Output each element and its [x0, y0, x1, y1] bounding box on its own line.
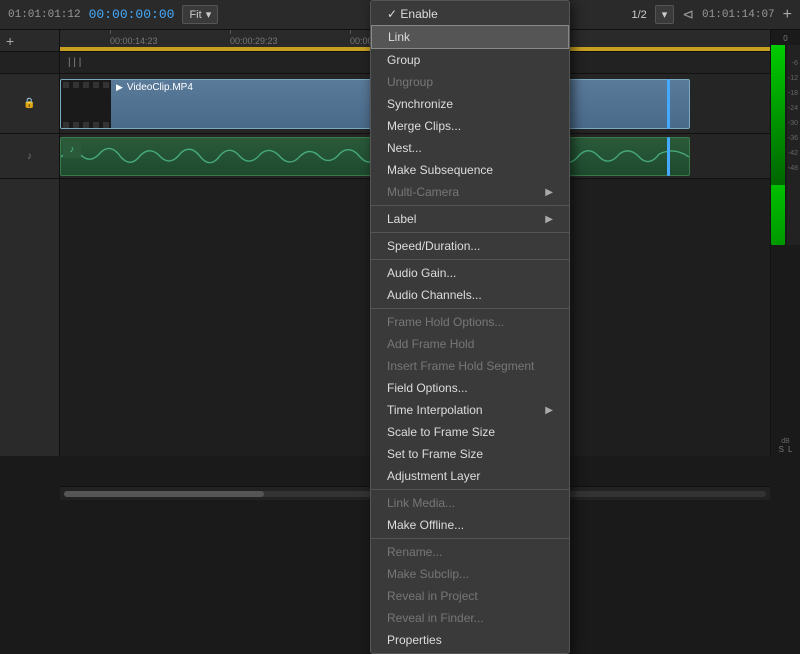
menu-item-label-set_to_frame: Set to Frame Size [387, 447, 483, 461]
menu-item-reveal_in_finder: Reveal in Finder... [371, 607, 569, 629]
menu-item-synchronize[interactable]: Synchronize [371, 93, 569, 115]
right-audio-meter: 0 -6 -12 -18 -24 -30 -36 -42 -48 dB S [770, 30, 800, 456]
menu-item-field_options[interactable]: Field Options... [371, 377, 569, 399]
meter-fill-left [771, 45, 785, 185]
menu-item-label-audio_gain: Audio Gain... [387, 266, 456, 280]
meter-bars [771, 45, 800, 436]
menu-item-label-insert_frame_hold: Insert Frame Hold Segment [387, 359, 534, 373]
menu-item-make_offline[interactable]: Make Offline... [371, 514, 569, 536]
context-menu: ✓ Enable Link Group Ungroup Synchronize Merge… [370, 0, 570, 654]
menu-item-time_interpolation[interactable]: Time Interpolation ▶ [371, 399, 569, 421]
menu-item-label-add_frame_hold: Add Frame Hold [387, 337, 474, 351]
menu-item-group[interactable]: Group [371, 49, 569, 71]
menu-item-label-make_subclip: Make Subclip... [387, 567, 469, 581]
separator-sep4 [371, 308, 569, 309]
add-row-icon: | | | [68, 57, 81, 68]
menu-item-scale_to_frame[interactable]: Scale to Frame Size [371, 421, 569, 443]
ruler-tick-1: 00:00:14:23 [110, 36, 158, 46]
separator-sep1 [371, 205, 569, 206]
meter-top-label: 0 [783, 34, 787, 43]
audio-track-icon: ♪ [27, 151, 32, 162]
menu-item-label-reveal_in_finder: Reveal in Finder... [387, 611, 484, 625]
menu-item-label-properties: Properties [387, 633, 442, 647]
track-labels: + 🔒 ♪ [0, 30, 60, 456]
menu-item-label-adjustment_layer: Adjustment Layer [387, 469, 480, 483]
separator-sep5 [371, 489, 569, 490]
menu-item-label[interactable]: Label ▶ [371, 208, 569, 230]
menu-item-label-make_subsequence: Make Subsequence [387, 163, 493, 177]
page-dropdown-btn[interactable]: ▾ [655, 5, 675, 24]
menu-item-properties[interactable]: Properties [371, 629, 569, 651]
scroll-thumb[interactable] [64, 491, 264, 497]
menu-item-label-audio_channels: Audio Channels... [387, 288, 482, 302]
menu-item-label-scale_to_frame: Scale to Frame Size [387, 425, 495, 439]
menu-item-label-group: Group [387, 53, 420, 67]
add-video-track[interactable]: + [6, 33, 14, 49]
menu-item-set_to_frame[interactable]: Set to Frame Size [371, 443, 569, 465]
menu-item-link[interactable]: Link [371, 25, 569, 49]
submenu-arrow-label: ▶ [545, 214, 553, 225]
menu-item-label-frame_hold_options: Frame Hold Options... [387, 315, 504, 329]
menu-item-nest[interactable]: Nest... [371, 137, 569, 159]
menu-item-label-enable: ✓ Enable [387, 7, 438, 21]
menu-item-reveal_in_project: Reveal in Project [371, 585, 569, 607]
menu-item-rename: Rename... [371, 541, 569, 563]
add-track-btn[interactable]: + [783, 6, 792, 24]
menu-item-speed_duration[interactable]: Speed/Duration... [371, 235, 569, 257]
submenu-arrow-multi_camera: ▶ [545, 187, 553, 198]
menu-item-insert_frame_hold: Insert Frame Hold Segment [371, 355, 569, 377]
clip-label: ▶ VideoClip.MP4 [116, 82, 193, 93]
timecode-active[interactable]: 00:00:00:00 [89, 7, 175, 22]
menu-item-audio_gain[interactable]: Audio Gain... [371, 262, 569, 284]
film-strip-thumb [61, 80, 111, 129]
meter-sl-labels: S L [779, 445, 793, 454]
menu-item-label-time_interpolation: Time Interpolation [387, 403, 483, 417]
menu-item-adjustment_layer[interactable]: Adjustment Layer [371, 465, 569, 487]
menu-item-label-rename: Rename... [387, 545, 442, 559]
menu-item-label-label: Label [387, 212, 416, 226]
fit-dropdown[interactable]: Fit ▾ [182, 5, 218, 24]
nav-icon-left[interactable]: ⊲ [682, 6, 694, 23]
clip-right-indicator [667, 79, 670, 129]
menu-item-link_media: Link Media... [371, 492, 569, 514]
meter-db-label: dB [781, 438, 790, 445]
timecode-right: 01:01:14:07 [702, 9, 775, 21]
separator-sep2 [371, 232, 569, 233]
audio-clip-icon: ♪ [63, 140, 81, 158]
meter-bar-left [771, 45, 785, 245]
menu-item-merge_clips[interactable]: Merge Clips... [371, 115, 569, 137]
menu-item-label-reveal_in_project: Reveal in Project [387, 589, 478, 603]
separator-sep3 [371, 259, 569, 260]
menu-item-frame_hold_options: Frame Hold Options... [371, 311, 569, 333]
menu-item-make_subsequence[interactable]: Make Subsequence [371, 159, 569, 181]
menu-item-label-synchronize: Synchronize [387, 97, 453, 111]
menu-item-label-nest: Nest... [387, 141, 422, 155]
menu-item-add_frame_hold: Add Frame Hold [371, 333, 569, 355]
menu-item-audio_channels[interactable]: Audio Channels... [371, 284, 569, 306]
menu-item-label-field_options: Field Options... [387, 381, 468, 395]
menu-item-label-make_offline: Make Offline... [387, 518, 464, 532]
menu-item-label-link: Link [388, 30, 410, 44]
menu-item-label-ungroup: Ungroup [387, 75, 433, 89]
ruler-tick-2: 00:00:29:23 [230, 36, 278, 46]
submenu-arrow-time_interpolation: ▶ [545, 405, 553, 416]
audio-right-indicator [667, 137, 670, 176]
menu-item-ungroup: Ungroup [371, 71, 569, 93]
menu-item-label-multi_camera: Multi-Camera [387, 185, 459, 199]
page-indicator: 1/2 [631, 9, 646, 21]
menu-item-label-speed_duration: Speed/Duration... [387, 239, 480, 253]
menu-item-label-merge_clips: Merge Clips... [387, 119, 461, 133]
menu-item-label-link_media: Link Media... [387, 496, 455, 510]
menu-item-make_subclip: Make Subclip... [371, 563, 569, 585]
separator-sep6 [371, 538, 569, 539]
video-track-lock[interactable]: 🔒 [23, 98, 35, 109]
timecode-left: 01:01:01:12 [8, 9, 81, 21]
menu-item-enable[interactable]: ✓ Enable [371, 3, 569, 25]
menu-item-multi_camera: Multi-Camera ▶ [371, 181, 569, 203]
